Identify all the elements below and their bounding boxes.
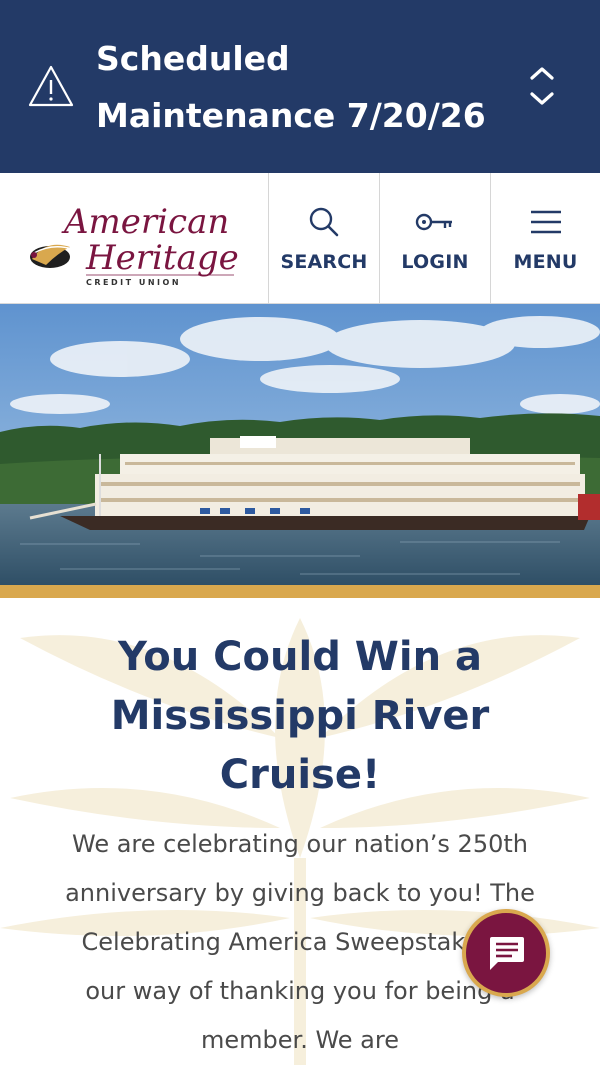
hero-image (0, 304, 600, 585)
key-icon (415, 205, 455, 239)
promo-title: You Could Win a Mississippi River Cruise… (110, 634, 490, 798)
menu-button[interactable]: MENU (490, 173, 600, 304)
search-icon (304, 205, 344, 239)
alert-title: Scheduled Maintenance 7/20/26 (96, 39, 486, 135)
logo-line-heritage: Heritage (85, 238, 239, 278)
login-label: LOGIN (401, 251, 469, 273)
eagle-emblem-icon (30, 244, 73, 268)
maintenance-alert-banner: Scheduled Maintenance 7/20/26 (0, 0, 600, 173)
american-heritage-logo[interactable]: American Heritage CREDIT UNION (24, 187, 242, 291)
search-label: SEARCH (280, 251, 368, 273)
chat-button[interactable] (462, 909, 550, 997)
hero-accent-bar (0, 585, 600, 598)
login-button[interactable]: LOGIN (379, 173, 490, 304)
site-header: American Heritage CREDIT UNION SEARCH LO… (0, 173, 600, 304)
chat-bubble-icon (490, 937, 524, 970)
riverboat-photo (0, 304, 600, 585)
warning-triangle-icon (28, 65, 74, 107)
logo-line-american: American (61, 202, 229, 242)
logo-line-credit-union: CREDIT UNION (86, 278, 181, 287)
search-button[interactable]: SEARCH (268, 173, 379, 304)
chevron-up-down-icon[interactable] (524, 64, 560, 110)
menu-label: MENU (513, 251, 578, 273)
hamburger-menu-icon (526, 205, 566, 239)
